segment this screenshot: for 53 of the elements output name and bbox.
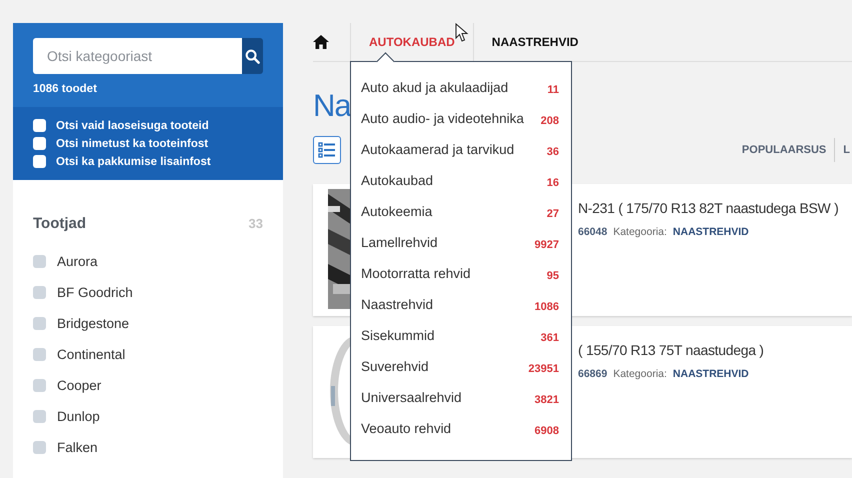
checkbox[interactable] <box>33 119 46 132</box>
product-title[interactable]: ( 155/70 R13 75T naastudega ) <box>578 342 764 358</box>
product-title[interactable]: N-231 ( 175/70 R13 82T naastudega BSW ) <box>578 200 838 216</box>
filter-count: 33 <box>248 216 263 231</box>
category-label: Kategooria: <box>613 226 667 238</box>
checkbox[interactable] <box>33 441 46 454</box>
dropdown-item[interactable]: Auto audio- ja videotehnika 208 <box>361 103 559 134</box>
checkbox[interactable] <box>33 155 46 168</box>
option-label: Otsi vaid laoseisuga tooteid <box>56 120 209 132</box>
dropdown-item[interactable]: Universaalrehvid 3821 <box>361 382 559 413</box>
brand-label: Dunlop <box>57 409 100 424</box>
checkbox[interactable] <box>33 379 46 392</box>
sort-option[interactable]: L <box>835 138 852 162</box>
dropdown-item[interactable]: Autokaubad 16 <box>361 165 559 196</box>
sort-option[interactable]: POPULAARSUS <box>734 138 836 162</box>
brand-label: Cooper <box>57 378 102 393</box>
category-link[interactable]: NAASTREHVID <box>672 368 749 380</box>
list-view-button[interactable] <box>313 136 341 164</box>
brand-label: Aurora <box>57 254 98 269</box>
checkbox[interactable] <box>33 137 46 150</box>
category-label: Kategooria: <box>613 368 667 380</box>
option-label: Otsi nimetust ka tooteinfost <box>56 138 208 150</box>
list-icon <box>318 142 336 158</box>
home-icon[interactable] <box>313 35 329 49</box>
dropdown-item[interactable]: Sisekummid 361 <box>361 320 559 351</box>
page-heading: Na <box>313 88 351 124</box>
cursor-icon <box>455 23 469 43</box>
category-link[interactable]: NAASTREHVID <box>672 226 749 238</box>
search-button[interactable] <box>242 38 263 74</box>
dropdown-item[interactable]: Auto akud ja akulaadijad 11 <box>361 72 559 103</box>
option-label: Otsi ka pakkumise lisainfost <box>56 156 211 168</box>
dropdown-item[interactable]: Mootorratta rehvid 95 <box>361 258 559 289</box>
filter-title: Tootjad <box>33 215 86 232</box>
brand-label: Continental <box>57 347 126 362</box>
checkbox[interactable] <box>33 348 46 361</box>
dropdown-item[interactable]: Suverehvid 23951 <box>361 351 559 382</box>
search-field[interactable]: Otsi kategooriast <box>33 38 242 74</box>
checkbox[interactable] <box>33 255 46 268</box>
product-count: 1086 toodet <box>33 83 97 95</box>
dropdown-item[interactable]: Autokaamerad ja tarvikud 36 <box>361 134 559 165</box>
dropdown-item[interactable]: Lamellrehvid 9927 <box>361 227 559 258</box>
product-code: 66048 <box>578 226 608 238</box>
checkbox[interactable] <box>33 317 46 330</box>
search-icon <box>245 48 260 64</box>
checkbox[interactable] <box>33 410 46 423</box>
brand-label: Bridgestone <box>57 316 130 331</box>
product-code: 66869 <box>578 368 608 380</box>
dropdown-item[interactable]: Autokeemia 27 <box>361 196 559 227</box>
checkbox[interactable] <box>33 286 46 299</box>
brand-label: Falken <box>57 440 98 455</box>
dropdown-item[interactable]: Veoauto rehvid 6908 <box>361 413 559 444</box>
dropdown-item[interactable]: Naastrehvid 1086 <box>361 289 559 320</box>
brand-label: BF Goodrich <box>57 285 133 300</box>
